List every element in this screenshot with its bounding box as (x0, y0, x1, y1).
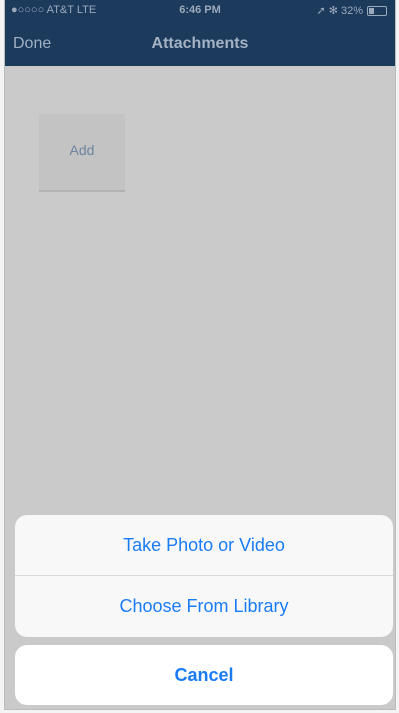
choose-library-option[interactable]: Choose From Library (15, 576, 393, 636)
battery-icon (367, 5, 387, 16)
cancel-button[interactable]: Cancel (15, 645, 393, 705)
status-indicator-text: ➚ ✻ 32% (316, 5, 363, 17)
phone-screen: ●○○○○ AT&T LTE 6:46 PM ➚ ✻ 32% Done Atta… (4, 0, 396, 710)
page-title: Attachments (151, 35, 249, 52)
take-photo-option[interactable]: Take Photo or Video (15, 515, 393, 575)
navigation-bar: Done Attachments (5, 22, 395, 66)
add-underline (39, 190, 125, 192)
status-indicators: ➚ ✻ 32% (316, 4, 387, 17)
add-attachment-tile[interactable]: Add (39, 114, 125, 192)
add-label: Add (69, 142, 95, 158)
status-bar: ●○○○○ AT&T LTE 6:46 PM ➚ ✻ 32% (5, 0, 395, 22)
action-sheet: Take Photo or Video Choose From Library (15, 515, 393, 637)
